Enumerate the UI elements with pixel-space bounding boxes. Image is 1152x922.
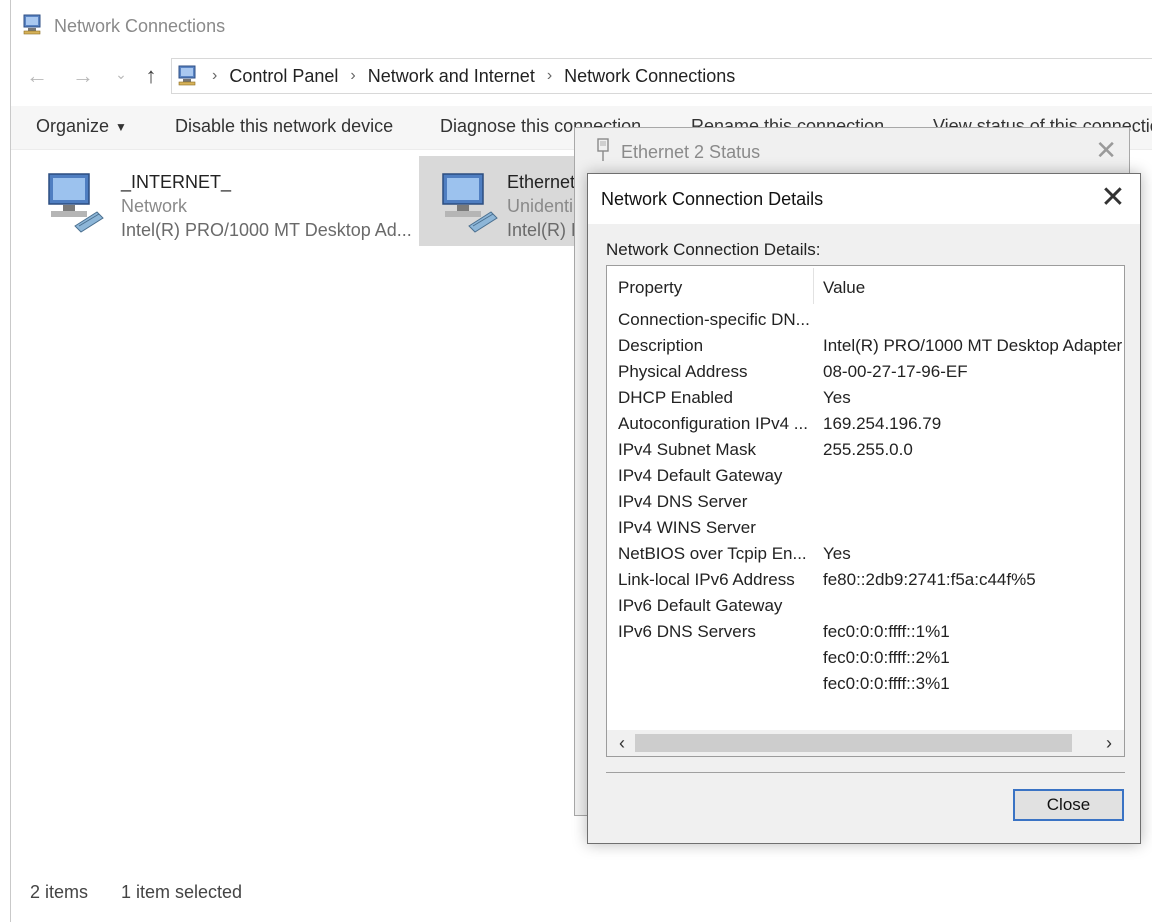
row-value: fec0:0:0:ffff::3%1 — [823, 674, 950, 693]
column-header-property[interactable]: Property — [618, 278, 682, 298]
network-connection-details-dialog: Network Connection Details ✕ Network Con… — [587, 173, 1141, 844]
breadcrumb-control-panel[interactable]: Control Panel — [229, 66, 338, 87]
table-row[interactable]: NetBIOS over Tcpip En... Yes — [607, 543, 1124, 569]
dialog-title: Network Connection Details — [601, 189, 824, 209]
breadcrumb-network-connections[interactable]: Network Connections — [564, 66, 735, 87]
breadcrumb-chevron-icon[interactable]: › — [350, 67, 355, 85]
row-value: 255.255.0.0 — [823, 440, 913, 459]
horizontal-scrollbar[interactable]: ‹ › — [607, 730, 1124, 756]
breadcrumb: › Control Panel › Network and Internet ›… — [206, 59, 735, 93]
list-header: Property Value — [607, 266, 1124, 306]
network-connections-icon — [23, 14, 41, 35]
row-property: Description — [618, 336, 704, 355]
close-button[interactable]: Close — [1013, 789, 1124, 821]
table-row[interactable]: IPv6 DNS Servers fec0:0:0:ffff::1%1 — [607, 621, 1124, 647]
connection-status: Unidenti — [507, 196, 574, 216]
divider — [606, 772, 1125, 773]
table-row[interactable]: IPv4 DNS Server — [607, 491, 1124, 517]
table-row[interactable]: Connection-specific DN... — [607, 309, 1124, 335]
table-row[interactable]: IPv4 Subnet Mask 255.255.0.0 — [607, 439, 1124, 465]
disable-network-device-button[interactable]: Disable this network device — [175, 116, 393, 137]
table-row[interactable]: Physical Address 08-00-27-17-96-EF — [607, 361, 1124, 387]
connection-text: _INTERNET_ Network Intel(R) PRO/1000 MT … — [121, 170, 412, 242]
table-row[interactable]: Autoconfiguration IPv4 ... 169.254.196.79 — [607, 413, 1124, 439]
row-property: IPv6 Default Gateway — [618, 596, 783, 615]
row-property: Autoconfiguration IPv4 ... — [618, 414, 808, 433]
row-property: IPv4 DNS Server — [618, 492, 748, 511]
connection-device: Intel(R) P — [507, 220, 584, 240]
up-arrow-icon[interactable]: ↑ — [137, 62, 165, 90]
recent-locations-chevron-icon[interactable]: ⌄ — [107, 60, 135, 88]
row-property: IPv6 DNS Servers — [618, 622, 756, 641]
forward-arrow-icon[interactable]: → — [69, 62, 97, 90]
row-value: 169.254.196.79 — [823, 414, 942, 433]
navigation-bar: ← → ⌄ ↑ › Control Panel › Network and In… — [11, 56, 1152, 96]
row-value: fec0:0:0:ffff::2%1 — [823, 648, 950, 667]
breadcrumb-network-and-internet[interactable]: Network and Internet — [368, 66, 535, 87]
row-value: fe80::2db9:2741:f5a:c44f%5 — [823, 570, 1036, 589]
row-property: Physical Address — [618, 362, 748, 381]
column-header-value[interactable]: Value — [823, 278, 865, 298]
row-property: NetBIOS over Tcpip En... — [618, 544, 807, 563]
table-row[interactable]: Description Intel(R) PRO/1000 MT Desktop … — [607, 335, 1124, 361]
row-value: fec0:0:0:ffff::1%1 — [823, 622, 950, 641]
row-value: Intel(R) PRO/1000 MT Desktop Adapter # — [823, 336, 1125, 355]
dropdown-caret-icon: ▼ — [115, 120, 127, 135]
control-panel-icon — [178, 65, 196, 86]
row-property: IPv4 WINS Server — [618, 518, 756, 537]
table-row[interactable]: fec0:0:0:ffff::2%1 — [607, 647, 1124, 673]
network-adapter-icon — [48, 173, 104, 233]
connection-status: Network — [121, 196, 188, 216]
connection-text: Ethernet Unidenti Intel(R) P — [507, 170, 583, 242]
close-icon[interactable]: ✕ — [1095, 136, 1117, 164]
back-arrow-icon[interactable]: ← — [23, 62, 51, 90]
table-row[interactable]: fec0:0:0:ffff::3%1 — [607, 673, 1124, 699]
table-row[interactable]: IPv4 WINS Server — [607, 517, 1124, 543]
network-adapter-icon — [442, 173, 498, 233]
row-property: Link-local IPv6 Address — [618, 570, 795, 589]
connection-device: Intel(R) PRO/1000 MT Desktop Ad... — [121, 220, 412, 240]
table-row[interactable]: IPv6 Default Gateway — [607, 595, 1124, 621]
title-bar: Network Connections — [11, 8, 1152, 44]
dialog-title-bar: Network Connection Details ✕ — [588, 174, 1140, 224]
connection-item-internet[interactable]: _INTERNET_ Network Intel(R) PRO/1000 MT … — [25, 156, 415, 246]
connection-name: Ethernet — [507, 172, 576, 192]
organize-button[interactable]: Organize ▼ — [36, 116, 127, 137]
connection-name: _INTERNET_ — [121, 172, 232, 192]
table-row[interactable]: Link-local IPv6 Address fe80::2db9:2741:f… — [607, 569, 1124, 595]
row-value: 08-00-27-17-96-EF — [823, 362, 968, 381]
table-row[interactable]: IPv4 Default Gateway — [607, 465, 1124, 491]
table-row[interactable]: DHCP Enabled Yes — [607, 387, 1124, 413]
status-bar: 2 items 1 item selected — [11, 872, 1152, 912]
selection-count: 1 item selected — [121, 882, 243, 902]
scrollbar-thumb[interactable] — [635, 734, 1072, 752]
close-icon[interactable]: ✕ — [1098, 183, 1128, 213]
column-divider[interactable] — [813, 268, 814, 304]
scroll-left-arrow-icon[interactable]: ‹ — [609, 732, 635, 754]
row-value: Yes — [823, 544, 851, 563]
ethernet-connector-icon — [597, 138, 609, 161]
breadcrumb-chevron-icon[interactable]: › — [547, 67, 552, 85]
status-dialog-title: Ethernet 2 Status — [621, 142, 761, 162]
details-rows: Connection-specific DN... Description Int… — [607, 309, 1124, 699]
address-bar[interactable]: › Control Panel › Network and Internet ›… — [171, 58, 1152, 94]
details-label: Network Connection Details: — [606, 240, 821, 259]
scroll-right-arrow-icon[interactable]: › — [1096, 732, 1122, 754]
connection-item-ethernet[interactable]: Ethernet Unidenti Intel(R) P — [419, 156, 599, 246]
row-property: DHCP Enabled — [618, 388, 733, 407]
breadcrumb-chevron-icon[interactable]: › — [212, 67, 217, 85]
details-list-view[interactable]: Property Value Connection-specific DN...… — [606, 265, 1125, 757]
row-value: Yes — [823, 388, 851, 407]
row-property: IPv4 Default Gateway — [618, 466, 783, 485]
window-title: Network Connections — [54, 16, 226, 36]
organize-label: Organize — [36, 116, 110, 136]
row-property: IPv4 Subnet Mask — [618, 440, 756, 459]
item-count: 2 items — [30, 882, 89, 902]
row-property: Connection-specific DN... — [618, 310, 810, 329]
